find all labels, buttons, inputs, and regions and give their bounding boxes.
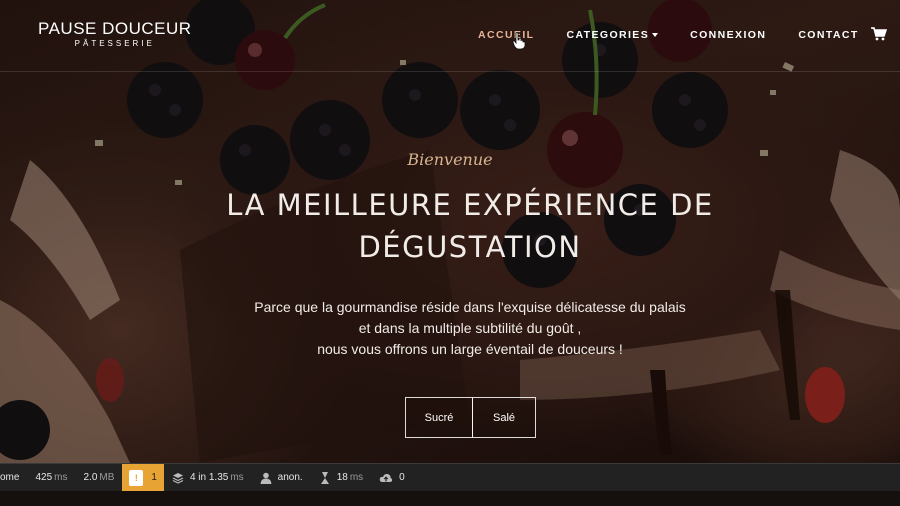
tagline-line: nous vous offrons un large éventail de d… <box>317 341 623 357</box>
brand-name: PAUSE DOUCEUR <box>38 19 192 38</box>
brand-subtitle: PÂTESSERIE <box>74 39 155 48</box>
nav-menu: ACCUEIL CATEGORIES CONNEXION CONTACT <box>478 29 891 41</box>
toolbar-memory[interactable]: 2.0 MB <box>75 464 122 491</box>
sucre-button[interactable]: Sucré <box>405 397 473 438</box>
alert-icon: ! <box>129 469 144 486</box>
sale-button[interactable]: Salé <box>472 397 536 438</box>
toolbar-twig[interactable]: 4 in 1.35 ms <box>164 464 252 491</box>
toolbar-alerts[interactable]: ! 1 <box>122 464 164 491</box>
toolbar-time[interactable]: 425 ms <box>27 464 75 491</box>
bottom-strip <box>0 491 900 506</box>
toolbar-route[interactable]: ome <box>0 464 27 491</box>
memory-value: 2.0 <box>83 472 98 483</box>
tagline-line: Parce que la gourmandise réside dans l'e… <box>254 299 686 315</box>
nav-item-connexion[interactable]: CONNEXION <box>690 29 766 41</box>
welcome-text: Bienvenue <box>407 150 493 169</box>
twig-value: 4 in 1.35 <box>189 472 229 483</box>
caret-down-icon <box>652 33 659 38</box>
nav-item-categories[interactable]: CATEGORIES <box>566 29 659 41</box>
toolbar-queries[interactable]: 0 <box>371 464 413 491</box>
time-unit: ms <box>54 472 68 483</box>
toolbar-user[interactable]: anon. <box>252 464 311 491</box>
time-value: 425 <box>35 472 53 483</box>
cache-unit: ms <box>349 472 364 483</box>
hourglass-icon <box>320 471 329 484</box>
toolbar-cache[interactable]: 18 ms <box>311 464 371 491</box>
debug-toolbar: ome 425 ms 2.0 MB ! 1 4 in 1.35 ms anon.… <box>0 463 900 491</box>
cart-icon[interactable] <box>871 27 887 41</box>
hero-headline: LA MEILLEURE EXPÉRIENCE DE DÉGUSTATION <box>226 188 714 264</box>
brand-logo[interactable]: PAUSE DOUCEUR PÂTESSERIE <box>38 20 192 49</box>
route-name: ome <box>0 472 20 483</box>
cache-value: 18 <box>336 472 348 483</box>
hero-tagline: Parce que la gourmandise réside dans l'e… <box>150 297 790 360</box>
memory-unit: MB <box>99 472 115 483</box>
queries-value: 0 <box>399 472 405 483</box>
cloud-upload-icon <box>379 473 393 482</box>
tagline-line: et dans la multiple subtilité du goût , <box>358 320 582 336</box>
hand-cursor-icon <box>512 32 526 50</box>
user-icon <box>260 472 272 484</box>
twig-unit: ms <box>230 472 244 483</box>
user-value: anon. <box>277 472 303 483</box>
layers-icon <box>172 472 184 484</box>
hero-buttons: Sucré Salé <box>405 397 536 438</box>
nav-item-categories-label: CATEGORIES <box>566 29 650 41</box>
alerts-count: 1 <box>151 472 157 483</box>
navbar: PAUSE DOUCEUR PÂTESSERIE ACCUEIL CATEGOR… <box>0 0 900 72</box>
nav-item-contact[interactable]: CONTACT <box>798 29 858 41</box>
